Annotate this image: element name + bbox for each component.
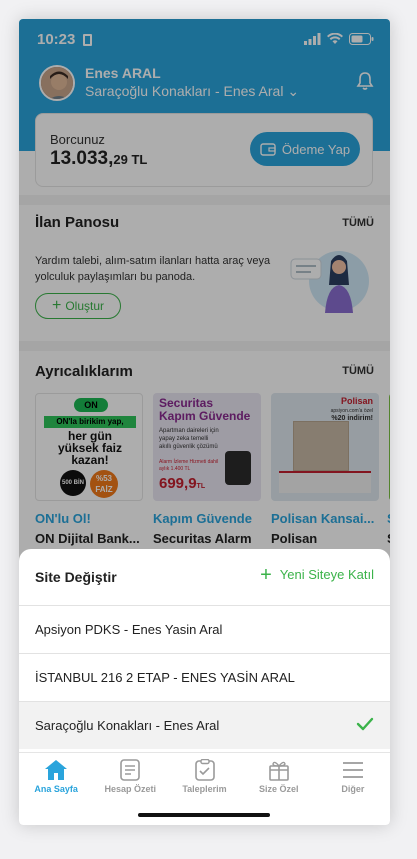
- clipboard-icon: [194, 759, 215, 781]
- site-option[interactable]: Apsiyon PDKS - Enes Yasin Aral: [19, 605, 390, 653]
- tab-requests[interactable]: Taleplerim: [167, 753, 241, 804]
- document-icon: [120, 759, 141, 781]
- tab-label: Hesap Özeti: [104, 784, 157, 794]
- tab-special[interactable]: Size Özel: [242, 753, 316, 804]
- menu-icon: [342, 762, 363, 778]
- site-option-label: Saraçoğlu Konakları - Enes Aral: [35, 718, 220, 733]
- join-new-site-button[interactable]: + Yeni Siteye Katıl: [260, 563, 374, 586]
- tab-bar: Ana Sayfa Hesap Özeti Taleplerim Size Öz…: [19, 752, 390, 804]
- tab-label: Size Özel: [258, 784, 299, 794]
- checkmark-icon: [356, 717, 374, 731]
- sheet-title: Site Değiştir: [35, 569, 117, 585]
- site-option-label: Apsiyon PDKS - Enes Yasin Aral: [35, 622, 223, 637]
- tab-label: Diğer: [341, 784, 365, 794]
- site-option[interactable]: İSTANBUL 216 2 ETAP - ENES YASİN ARAL: [19, 653, 390, 701]
- tab-label: Ana Sayfa: [34, 784, 78, 794]
- site-option-label: İSTANBUL 216 2 ETAP - ENES YASİN ARAL: [35, 670, 295, 685]
- plus-icon: +: [260, 563, 272, 586]
- site-option-selected[interactable]: Saraçoğlu Konakları - Enes Aral: [19, 701, 390, 749]
- tab-more[interactable]: Diğer: [316, 753, 390, 804]
- tab-account-summary[interactable]: Hesap Özeti: [93, 753, 167, 804]
- tab-home[interactable]: Ana Sayfa: [19, 753, 93, 804]
- home-icon: [45, 760, 68, 780]
- tab-label: Taleplerim: [182, 784, 227, 794]
- gift-icon: [268, 761, 289, 781]
- phone-screen: 10:23 Enes ARAL Saraçoğlu Konakları - En…: [19, 19, 390, 825]
- home-indicator[interactable]: [138, 813, 270, 817]
- join-new-site-label: Yeni Siteye Katıl: [279, 567, 374, 582]
